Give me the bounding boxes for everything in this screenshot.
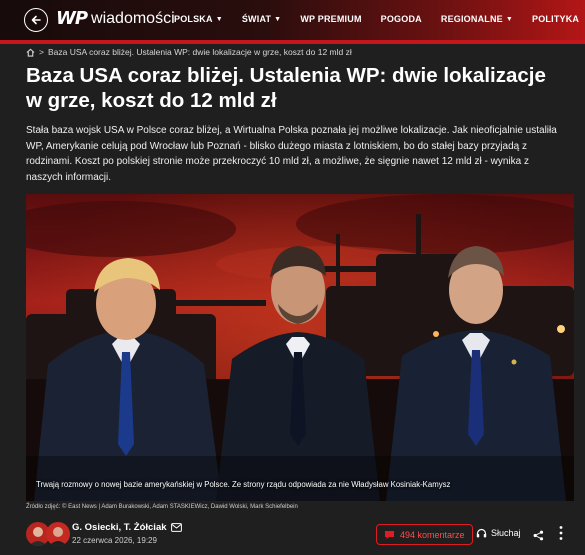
more-icon: [559, 526, 563, 540]
share-icon: [533, 530, 544, 541]
wp-logo-mark: WP: [56, 8, 88, 29]
wp-wiadomosci-logo[interactable]: WP wiadomości: [56, 9, 175, 29]
back-button[interactable]: [24, 8, 48, 32]
breadcrumb: > Baza USA coraz bliżej. Ustalenia WP: d…: [26, 47, 352, 57]
listen-button[interactable]: Słuchaj: [476, 528, 521, 538]
article-lead: Stała baza wojsk USA w Polsce coraz bliż…: [26, 125, 557, 183]
chevron-down-icon: ▼: [505, 15, 514, 23]
author-names[interactable]: G. Osiecki, T. Żółciak: [72, 522, 167, 533]
image-caption: Trwają rozmowy o nowej bazie amerykański…: [36, 480, 451, 489]
breadcrumb-current[interactable]: Baza USA coraz bliżej. Ustalenia WP: dwi…: [48, 47, 352, 57]
more-options-button[interactable]: [559, 525, 563, 546]
article-authors: G. Osiecki, T. Żółciak: [72, 522, 182, 533]
top-navbar: WP wiadomości POLSKA ▼ ŚWIAT ▼ WP PREMIUM …: [0, 0, 585, 40]
listen-label: Słuchaj: [491, 528, 521, 538]
author-avatar-2[interactable]: [46, 522, 70, 546]
chevron-down-icon: ▼: [274, 15, 282, 23]
article-lead-image[interactable]: [26, 194, 574, 501]
navbar-accent-line: [0, 40, 585, 44]
nav-item-polityka[interactable]: POLITYKA: [532, 14, 579, 24]
comments-button[interactable]: 494 komentarze: [376, 524, 473, 545]
nav-item-regionalne[interactable]: REGIONALNE ▼: [441, 14, 513, 24]
nav-item-polska[interactable]: POLSKA ▼: [174, 14, 223, 24]
nav-item-wp-premium[interactable]: WP PREMIUM: [300, 14, 361, 24]
share-button[interactable]: [533, 528, 544, 546]
chevron-down-icon: ▼: [215, 15, 223, 23]
article-meta-bar: G. Osiecki, T. Żółciak 22 czerwca 2026, …: [26, 520, 574, 550]
nav-item-pogoda[interactable]: POGODA: [381, 14, 422, 24]
image-credits: Źródło zdjęć: © East News | Adam Burakow…: [26, 504, 298, 510]
article-title: Baza USA coraz bliżej. Ustalenia WP: dwi…: [26, 64, 546, 112]
home-icon[interactable]: [26, 48, 35, 57]
back-arrow-icon: [31, 15, 41, 25]
publish-date: 22 czerwca 2026, 19:29: [72, 536, 157, 545]
comment-icon: [385, 530, 394, 539]
brand-name: wiadomości: [91, 10, 175, 27]
headphones-icon: [476, 528, 487, 538]
nav-item-swiat[interactable]: ŚWIAT ▼: [242, 14, 281, 24]
mail-icon[interactable]: [170, 523, 182, 532]
breadcrumb-separator: >: [39, 47, 44, 57]
main-nav: POLSKA ▼ ŚWIAT ▼ WP PREMIUM POGODA REGIONA…: [174, 14, 579, 24]
comments-count-label: 494 komentarze: [400, 529, 465, 540]
